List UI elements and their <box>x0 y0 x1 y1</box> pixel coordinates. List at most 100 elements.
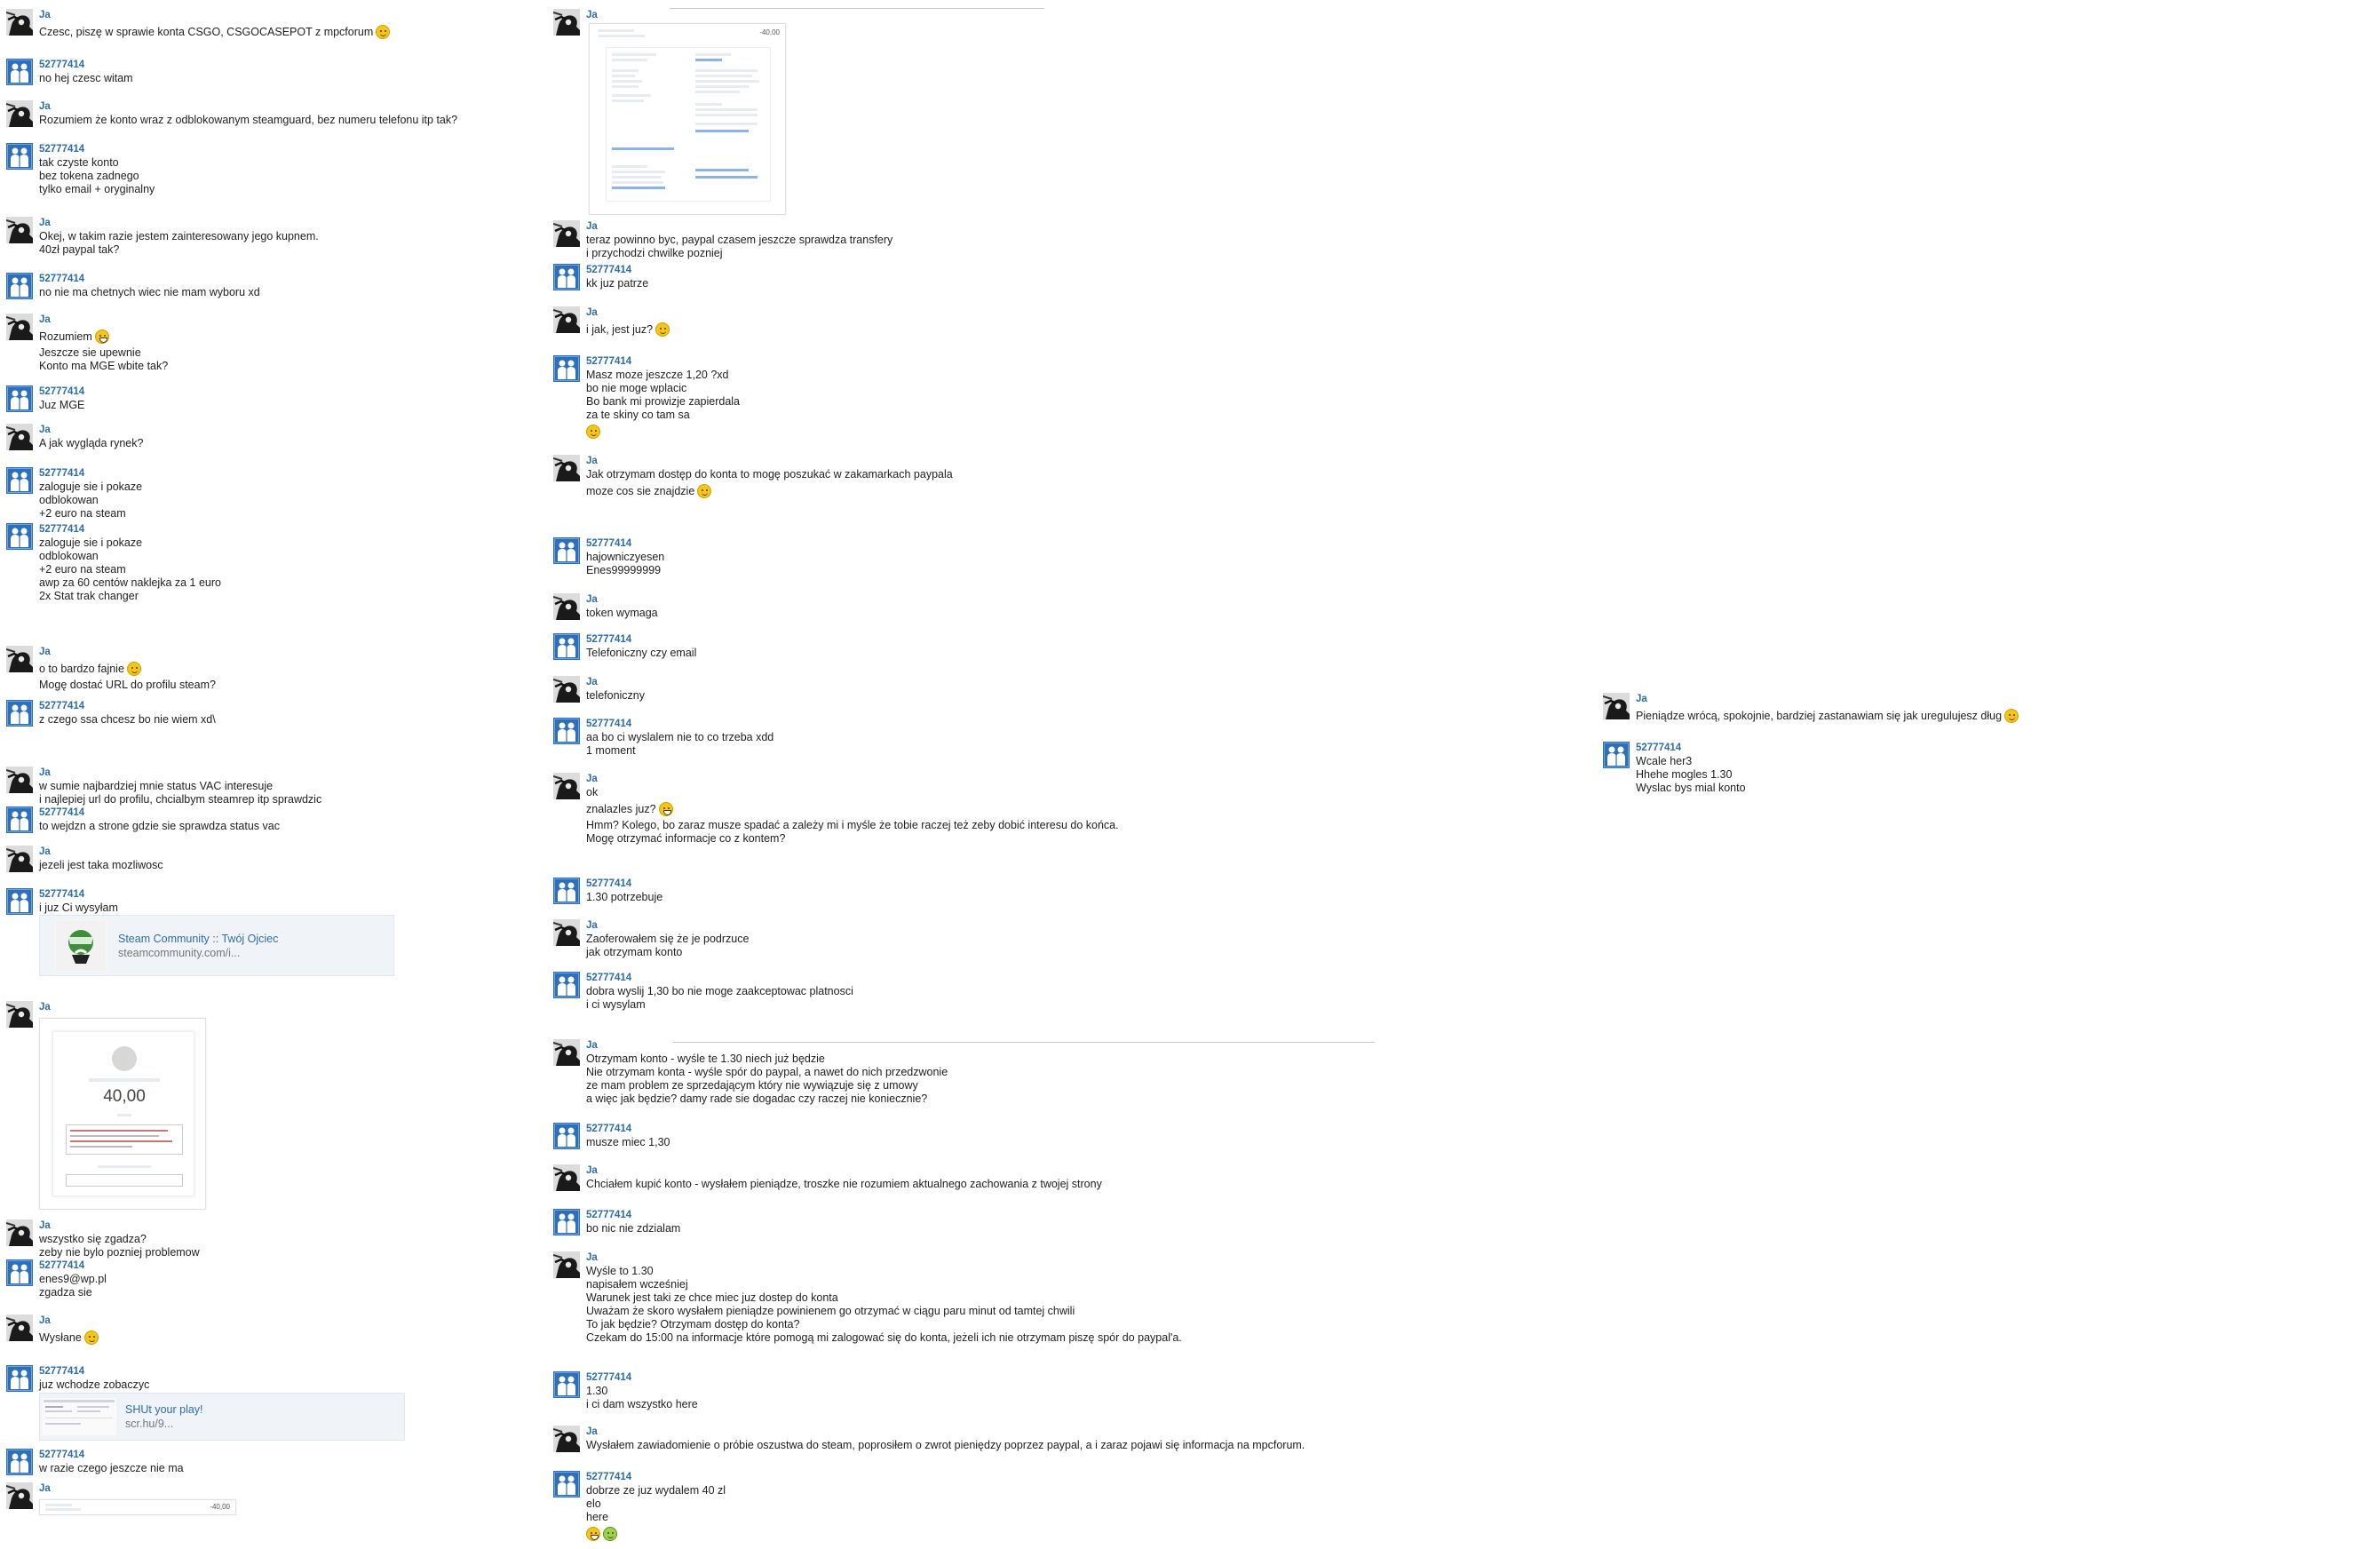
sender-name[interactable]: Ja <box>586 593 658 607</box>
user-avatar-me[interactable] <box>6 1315 33 1341</box>
paypal-payment-screenshot[interactable]: 40,00 <box>39 1018 206 1210</box>
link-url[interactable]: scr.hu/9... <box>125 1417 203 1431</box>
paypal-receipt-screenshot[interactable]: -40,00 <box>589 23 786 215</box>
sender-name[interactable]: Ja <box>586 455 953 468</box>
user-avatar-other[interactable] <box>553 878 580 904</box>
sender-name[interactable]: 52777414 <box>586 264 648 277</box>
user-avatar-other[interactable] <box>553 1371 580 1398</box>
paypal-receipt-snippet[interactable]: -40,00 <box>39 1499 236 1515</box>
user-avatar-me[interactable] <box>6 424 33 450</box>
sender-name[interactable]: Ja <box>39 1315 99 1328</box>
sender-name[interactable]: 52777414 <box>39 700 216 713</box>
sender-name[interactable]: Ja <box>586 773 1119 786</box>
sender-name[interactable]: 52777414 <box>586 1371 698 1385</box>
user-avatar-other[interactable] <box>6 273 33 299</box>
user-avatar-me[interactable] <box>6 646 33 672</box>
sender-name[interactable]: Ja <box>39 424 143 437</box>
sender-name[interactable]: 52777414 <box>39 1365 149 1378</box>
sender-name[interactable]: Ja <box>586 1164 1102 1178</box>
sender-name[interactable]: Ja <box>586 306 670 320</box>
user-avatar-me[interactable] <box>553 676 580 703</box>
sender-name[interactable]: 52777414 <box>1636 742 1746 755</box>
sender-name[interactable]: 52777414 <box>39 888 118 902</box>
link-preview-steam[interactable]: Steam Community :: Twój Ojciec steamcomm… <box>39 915 394 976</box>
user-avatar-other[interactable] <box>6 806 33 833</box>
user-avatar-me[interactable] <box>6 846 33 872</box>
link-title[interactable]: SHUt your play! <box>125 1402 203 1417</box>
user-avatar-other[interactable] <box>6 59 33 85</box>
user-avatar-me[interactable] <box>553 220 580 247</box>
user-avatar-me[interactable] <box>553 593 580 620</box>
user-avatar-me[interactable] <box>553 919 580 946</box>
sender-name[interactable]: Ja <box>586 220 892 234</box>
user-avatar-other[interactable] <box>6 1449 33 1475</box>
sender-name[interactable]: 52777414 <box>39 59 133 72</box>
sender-name[interactable]: 52777414 <box>39 1259 107 1273</box>
sender-name[interactable]: Ja <box>39 1001 51 1014</box>
user-avatar-other[interactable] <box>553 264 580 290</box>
link-preview-shut[interactable]: SHUt your play! scr.hu/9... <box>39 1393 405 1441</box>
sender-name[interactable]: Ja <box>586 1426 1305 1439</box>
user-avatar-other[interactable] <box>6 143 33 170</box>
sender-name[interactable]: 52777414 <box>39 806 280 820</box>
user-avatar-me[interactable] <box>553 1251 580 1278</box>
user-avatar-other[interactable] <box>6 523 33 550</box>
sender-name[interactable]: Ja <box>586 9 598 22</box>
link-title[interactable]: Steam Community :: Twój Ojciec <box>118 932 278 946</box>
user-avatar-other[interactable] <box>553 972 580 998</box>
sender-name[interactable]: 52777414 <box>586 878 662 891</box>
sender-name[interactable]: Ja <box>39 646 216 659</box>
user-avatar-me[interactable] <box>6 314 33 340</box>
sender-name[interactable]: Ja <box>39 1219 200 1233</box>
user-avatar-me[interactable] <box>6 217 33 243</box>
sender-name[interactable]: 52777414 <box>586 1209 680 1222</box>
user-avatar-other[interactable] <box>6 1259 33 1286</box>
sender-name[interactable]: Ja <box>39 846 163 859</box>
user-avatar-me[interactable] <box>6 100 33 127</box>
sender-name[interactable]: 52777414 <box>586 633 696 647</box>
sender-name[interactable]: Ja <box>39 100 457 114</box>
user-avatar-me[interactable] <box>553 773 580 799</box>
user-avatar-other[interactable] <box>553 633 580 660</box>
sender-name[interactable]: 52777414 <box>39 273 260 286</box>
user-avatar-me[interactable] <box>553 1039 580 1066</box>
link-url[interactable]: steamcommunity.com/i... <box>118 946 278 960</box>
user-avatar-other[interactable] <box>6 385 33 412</box>
sender-name[interactable]: 52777414 <box>39 143 155 156</box>
user-avatar-other[interactable] <box>553 355 580 382</box>
user-avatar-other[interactable] <box>553 537 580 564</box>
sender-name[interactable]: 52777414 <box>586 718 774 731</box>
user-avatar-me[interactable] <box>6 1482 33 1509</box>
user-avatar-me[interactable] <box>6 1001 33 1028</box>
sender-name[interactable]: Ja <box>39 767 321 780</box>
sender-name[interactable]: 52777414 <box>586 1123 670 1136</box>
sender-name[interactable]: 52777414 <box>39 1449 184 1462</box>
sender-name[interactable]: Ja <box>39 9 390 22</box>
sender-name[interactable]: 52777414 <box>39 467 142 481</box>
user-avatar-me[interactable] <box>553 1164 580 1191</box>
sender-name[interactable]: 52777414 <box>586 355 740 369</box>
user-avatar-other[interactable] <box>553 718 580 744</box>
user-avatar-other[interactable] <box>6 888 33 915</box>
user-avatar-me[interactable] <box>553 306 580 333</box>
user-avatar-other[interactable] <box>553 1209 580 1235</box>
user-avatar-other[interactable] <box>6 1365 33 1392</box>
user-avatar-me[interactable] <box>553 9 580 36</box>
user-avatar-me[interactable] <box>6 9 33 36</box>
sender-name[interactable]: 52777414 <box>39 385 84 399</box>
sender-name[interactable]: Ja <box>586 1251 1182 1265</box>
sender-name[interactable]: 52777414 <box>586 972 853 985</box>
sender-name[interactable]: Ja <box>1636 693 2019 706</box>
user-avatar-other[interactable] <box>553 1123 580 1149</box>
user-avatar-other[interactable] <box>6 700 33 727</box>
sender-name[interactable]: 52777414 <box>586 1471 726 1484</box>
user-avatar-me[interactable] <box>553 1426 580 1452</box>
sender-name[interactable]: 52777414 <box>586 537 664 551</box>
sender-name[interactable]: Ja <box>586 919 749 933</box>
user-avatar-other[interactable] <box>553 1471 580 1497</box>
user-avatar-other[interactable] <box>6 467 33 494</box>
user-avatar-me[interactable] <box>6 767 33 793</box>
user-avatar-me[interactable] <box>553 455 580 481</box>
sender-name[interactable]: Ja <box>39 217 319 230</box>
user-avatar-me[interactable] <box>6 1219 33 1246</box>
